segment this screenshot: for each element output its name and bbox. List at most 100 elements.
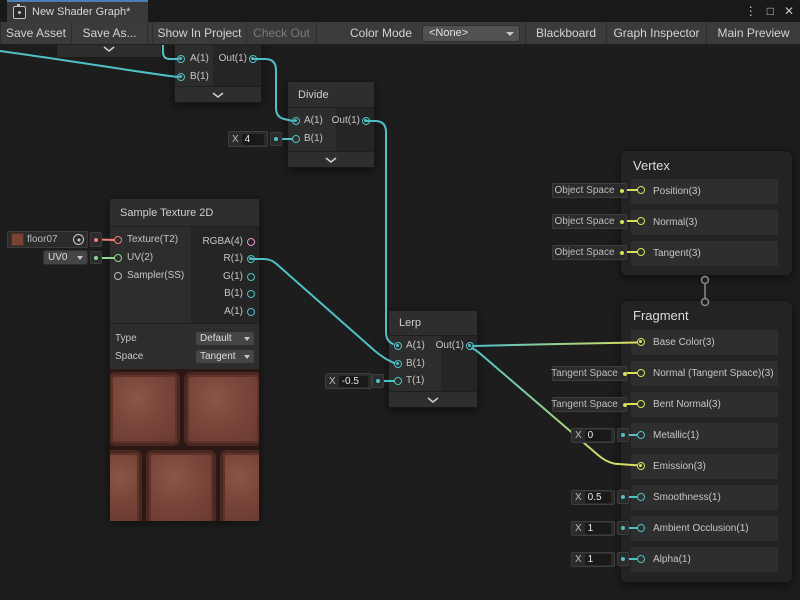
graph-inspector-toggle[interactable]: Graph Inspector [607, 22, 707, 44]
vertex-port-position[interactable] [637, 186, 645, 194]
port-label: B(1) [406, 358, 425, 370]
color-mode-value: <None> [429, 27, 468, 39]
fragment-port-ambient-occlusion[interactable] [637, 524, 645, 532]
shader-graph-icon [13, 6, 26, 19]
fragment-port-emission[interactable] [637, 462, 645, 470]
uv-channel-dropdown[interactable]: UV0 [43, 250, 88, 265]
save-as-button[interactable]: Save As... [72, 22, 148, 44]
port-label: A(1) [190, 53, 209, 65]
edge-divide-out-to-lerp-a[interactable] [366, 121, 393, 344]
alpha-connector-dot [617, 552, 629, 566]
connector-dot [620, 189, 624, 193]
toolbar: Save Asset Save As... Show In Project Ch… [0, 22, 800, 45]
ao-value[interactable]: 1 [585, 523, 611, 534]
space-chip-label: Object Space [554, 216, 614, 227]
tab-title: New Shader Graph* [32, 6, 130, 18]
texture-object-field[interactable]: floor07 [7, 231, 88, 248]
divide-port-a[interactable] [292, 117, 300, 125]
alpha-default-field[interactable]: X 1 [571, 552, 615, 567]
metallic-default-field[interactable]: X 0 [571, 428, 615, 443]
tab-new-shader-graph[interactable]: New Shader Graph* [7, 0, 148, 22]
close-icon[interactable]: ✕ [784, 0, 794, 22]
divide-b-value[interactable]: 4 [242, 134, 264, 145]
fragment-port-alpha[interactable] [637, 555, 645, 563]
sample-port-uv[interactable] [114, 254, 122, 262]
lerp-t-default-field[interactable]: X -0.5 [325, 373, 372, 389]
port-label: G(1) [180, 271, 243, 283]
sample-port-b[interactable] [247, 290, 255, 298]
fragment-port-metallic[interactable] [637, 431, 645, 439]
position-space-chip[interactable]: Object Space [552, 183, 627, 198]
sample-port-sampler[interactable] [114, 272, 122, 280]
sample-port-texture[interactable] [114, 236, 122, 244]
metallic-value[interactable]: 0 [585, 430, 611, 441]
maximize-icon[interactable]: □ [767, 0, 774, 22]
sample-port-r[interactable] [247, 255, 255, 263]
vertex-port-tangent[interactable] [637, 248, 645, 256]
lerp-port-b[interactable] [394, 360, 402, 368]
edge-left-to-math1-b[interactable] [0, 51, 178, 77]
lerp-port-t[interactable] [394, 377, 402, 385]
divide-port-b[interactable] [292, 135, 300, 143]
edge-lerp-out-to-base-color[interactable] [473, 343, 637, 347]
edge-math1-out-to-divide-a[interactable] [253, 59, 293, 121]
fragment-port-normal[interactable] [637, 369, 645, 377]
fragment-port-base-color[interactable] [637, 338, 645, 346]
fragment-link-handle[interactable] [702, 299, 709, 306]
sample-port-g[interactable] [247, 273, 255, 281]
space-dropdown[interactable]: Tangent [195, 349, 255, 364]
x-component-label: X [575, 523, 582, 534]
divide-b-default-field[interactable]: X 4 [228, 131, 268, 147]
object-picker-icon[interactable] [73, 234, 84, 245]
x-component-label: X [232, 134, 239, 145]
smoothness-default-field[interactable]: X 0.5 [571, 490, 615, 505]
shader-graph-window: A(1) B(1) Out(1) Divide A(1) B(1) Out(1)… [0, 0, 800, 600]
color-mode-dropdown[interactable]: <None> [422, 25, 520, 42]
texture-name: floor07 [27, 234, 58, 245]
port-label: A(1) [406, 340, 425, 352]
normal-space-chip[interactable]: Object Space [552, 214, 627, 229]
fragment-port-smoothness[interactable] [637, 493, 645, 501]
main-preview-toggle[interactable]: Main Preview [707, 22, 800, 44]
texture-connector-dot [90, 232, 102, 247]
fragment-port-bent-normal[interactable] [637, 400, 645, 408]
bent-normal-space-chip[interactable]: Tangent Space [552, 397, 627, 412]
lerp-t-value[interactable]: -0.5 [339, 376, 368, 387]
math1-port-b[interactable] [177, 73, 185, 81]
port-label: A(1) [304, 115, 323, 127]
type-dropdown[interactable]: Default [195, 331, 255, 346]
port-label: UV(2) [127, 252, 153, 264]
math1-port-out[interactable] [249, 55, 257, 63]
frag-normal-space-chip[interactable]: Tangent Space [552, 366, 627, 381]
sample-port-a[interactable] [247, 308, 255, 316]
x-component-label: X [329, 376, 336, 387]
blackboard-toggle[interactable]: Blackboard [525, 22, 607, 44]
save-asset-button[interactable]: Save Asset [0, 22, 72, 44]
tab-bar: New Shader Graph* ⋮ □ ✕ [0, 0, 800, 22]
connector-dot [620, 251, 624, 255]
space-chip-label: Object Space [554, 185, 614, 196]
smoothness-connector-dot [617, 490, 629, 504]
vertex-port-normal[interactable] [637, 217, 645, 225]
edge-sample-r-to-lerp-b[interactable] [251, 259, 394, 363]
show-in-project-button[interactable]: Show In Project [152, 22, 247, 44]
tangent-space-chip[interactable]: Object Space [552, 245, 627, 260]
port-label: T(1) [406, 375, 424, 387]
alpha-value[interactable]: 1 [585, 554, 611, 565]
port-label: RGBA(4) [180, 236, 243, 248]
sample-port-rgba[interactable] [247, 238, 255, 246]
param-label: Type [115, 333, 137, 345]
smoothness-value[interactable]: 0.5 [585, 492, 611, 503]
metallic-connector-dot [617, 428, 629, 442]
math1-port-a[interactable] [177, 55, 185, 63]
edge-top-to-math1-a[interactable] [163, 45, 178, 59]
connector-dot [620, 220, 624, 224]
lerp-port-a[interactable] [394, 342, 402, 350]
vertex-link-handle[interactable] [702, 277, 709, 284]
color-mode-label: Color Mode [350, 22, 412, 44]
divide-port-out[interactable] [362, 117, 370, 125]
lerp-port-out[interactable] [466, 342, 474, 350]
ao-default-field[interactable]: X 1 [571, 521, 615, 536]
more-menu-icon[interactable]: ⋮ [745, 0, 757, 22]
port-label: Out(1) [214, 53, 247, 65]
